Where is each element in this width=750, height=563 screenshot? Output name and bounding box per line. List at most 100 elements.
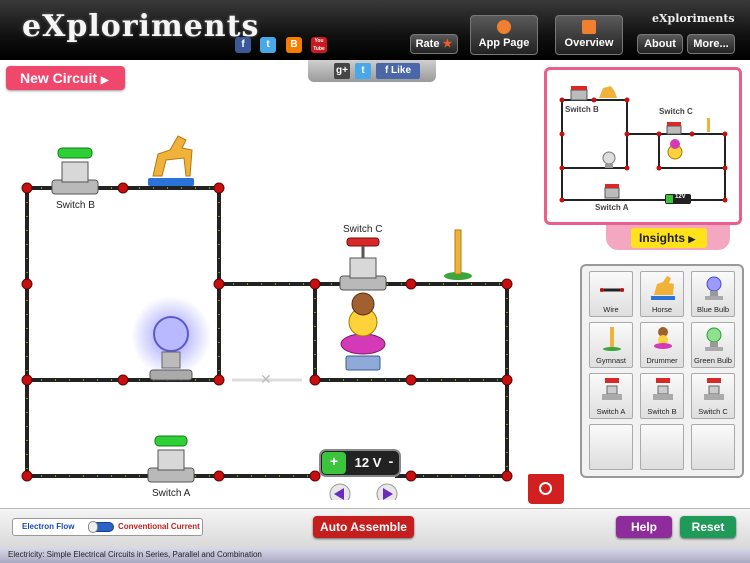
palette-item-wire[interactable]: Wire [589,271,633,317]
palette-label-horse: Horse [651,305,672,314]
switch-a-component[interactable] [147,435,195,483]
app-page-button[interactable]: App Page [470,15,538,55]
circuit-diagram: ✕ [21,135,513,505]
palette-label-green-bulb: Green Bulb [694,356,732,365]
app-page-label: App Page [478,37,530,49]
preview-diagram [559,86,728,204]
palette-item-switch-b[interactable]: Switch B [640,373,684,419]
help-button[interactable]: Help [616,516,672,538]
new-circuit-button[interactable]: New Circuit ▶ [6,66,125,90]
star-icon: ★ [442,38,453,50]
twitter-share-icon[interactable]: t [355,63,371,79]
wire-icon [600,288,624,292]
app-root: eXploriments f t B You Tube Rate ★ App P… [0,0,750,563]
palette-label-switch-c: Switch C [698,407,728,416]
bottom-toolbar: Electron Flow Conventional Current Auto … [0,508,750,548]
green-bulb-icon [705,327,723,351]
switch-b-label: Switch B [56,200,95,211]
overview-label: Overview [564,37,614,49]
brand-small-logo: eXploriments [652,12,735,25]
palette-label-switch-b: Switch B [647,407,677,416]
switch-icon [602,378,622,400]
palette-label-drummer: Drummer [646,356,678,365]
svg-text:✕: ✕ [260,372,272,388]
footer-caption-bar: Electricity: Simple Electrical Circuits … [0,548,750,563]
overview-button[interactable]: Overview [555,15,623,55]
blogger-icon[interactable]: B [286,37,302,53]
electron-flow-label: Electron Flow [22,522,75,531]
palette-label-gymnast: Gymnast [595,356,626,365]
palette-item-switch-c[interactable]: Switch C [691,373,735,419]
switch-b-component[interactable] [51,147,99,195]
circuit-nodes[interactable] [21,182,513,482]
horse-component[interactable] [148,135,194,186]
gymnast-component[interactable] [444,229,472,280]
auto-assemble-button[interactable]: Auto Assemble [313,516,414,538]
rate-button[interactable]: Rate ★ [410,34,458,54]
app-page-icon [497,20,511,34]
palette-slot-empty[interactable] [691,424,735,470]
palette-slot-empty[interactable] [589,424,633,470]
footer-caption: Electricity: Simple Electrical Circuits … [8,550,262,559]
new-circuit-label: New Circuit [20,70,98,86]
component-palette: Wire Horse Blue Bulb Gymnast Drummer Gre… [580,264,744,478]
switch-c-component[interactable] [339,237,387,291]
twitter-icon[interactable]: t [260,37,276,53]
palette-label-switch-a: Switch A [596,407,626,416]
palette-label-wire: Wire [603,305,619,314]
header-bar: eXploriments f t B You Tube Rate ★ App P… [0,0,750,60]
palette-item-drummer[interactable]: Drummer [640,322,684,368]
about-button[interactable]: About [637,34,683,54]
insights-label: Insights [639,231,686,245]
palette-item-blue-bulb[interactable]: Blue Bulb [691,271,735,317]
preview-battery-label: 12V [675,194,686,200]
removed-wire[interactable]: ✕ [232,372,302,388]
chevron-right-icon: ▶ [100,75,109,86]
horse-icon [651,276,675,300]
battery-left-arrow[interactable] [329,483,351,505]
share-bar: g+ t f Like [308,60,436,82]
more-button[interactable]: More... [687,34,735,54]
google-plus-icon[interactable]: g+ [334,63,350,79]
switch-icon [704,378,724,400]
toggle-knob [88,521,98,533]
switch-a-label: Switch A [152,488,191,499]
insights-button[interactable]: Insights ▶ [631,228,707,248]
battery-right-arrow[interactable] [376,483,398,505]
preview-switch-a-label: Switch A [595,203,629,212]
blue-bulb-component[interactable] [131,296,211,381]
overview-icon [582,20,596,34]
palette-item-green-bulb[interactable]: Green Bulb [691,322,735,368]
palette-slot-empty[interactable] [640,424,684,470]
gymnast-icon [603,327,621,351]
trash-bin[interactable] [528,474,564,504]
circuit-board[interactable]: ✕ Switch B Switch C Switch A + 12 V - [0,100,530,505]
preview-switch-c-label: Switch C [659,107,693,116]
switch-c-label: Switch C [343,224,383,235]
like-label: Like [391,65,412,76]
recycle-icon [539,482,552,495]
rate-label: Rate [415,38,440,50]
reset-button[interactable]: Reset [680,516,736,538]
youtube-icon[interactable]: You Tube [311,37,327,53]
drummer-component[interactable] [340,292,386,371]
circuit-wires [25,186,509,478]
preview-switch-b-label: Switch B [565,105,599,114]
chevron-right-icon: ▶ [688,234,696,244]
drummer-icon [654,327,672,349]
current-dots [26,187,508,477]
facebook-like-button[interactable]: f Like [376,63,420,79]
conventional-current-label: Conventional Current [118,522,200,531]
palette-label-blue-bulb: Blue Bulb [696,305,730,314]
palette-item-gymnast[interactable]: Gymnast [589,322,633,368]
current-direction-toggle[interactable] [88,521,114,533]
battery-plus: + [329,453,339,469]
circuit-preview[interactable]: Switch B Switch C Switch A 12V [544,67,742,225]
app-logo: eXploriments [22,9,260,44]
switch-icon [653,378,673,400]
palette-item-horse[interactable]: Horse [640,271,684,317]
battery-voltage: 12 V [354,455,382,470]
current-direction-toggle-group: Electron Flow Conventional Current [12,518,203,536]
facebook-icon[interactable]: f [235,37,251,53]
palette-item-switch-a[interactable]: Switch A [589,373,633,419]
